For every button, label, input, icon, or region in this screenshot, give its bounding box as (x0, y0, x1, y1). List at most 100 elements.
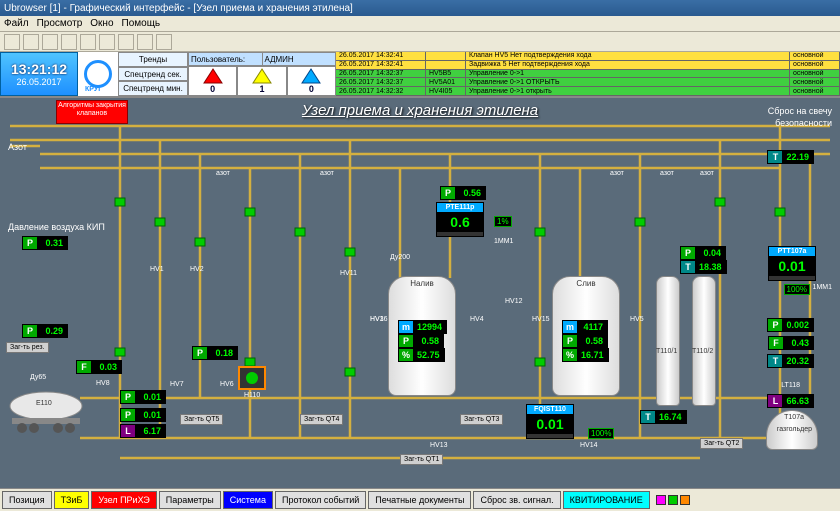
lbl-azot-s1: азот (216, 170, 230, 177)
cyl-t1102[interactable] (692, 276, 716, 406)
ind-p056a[interactable]: P0.56 (440, 186, 486, 200)
ind-t1674[interactable]: T16.74 (640, 410, 687, 424)
status-dot-1 (656, 495, 666, 505)
tb-btn-6[interactable] (99, 34, 115, 50)
ind-p004[interactable]: P0.04 (680, 246, 726, 260)
menu-view[interactable]: Просмотр (37, 18, 83, 29)
label-azot: Азот (8, 142, 27, 152)
lbl-hv7: HV7 (170, 381, 184, 388)
menu-help[interactable]: Помощь (122, 18, 161, 29)
ind-f043[interactable]: F0.43 (768, 336, 814, 350)
fbtn-position[interactable]: Позиция (2, 491, 52, 509)
btn-zag-qt2[interactable]: Заг-ть QT2 (700, 438, 743, 449)
tb-btn-1[interactable] (4, 34, 20, 50)
fbtn-uzel[interactable]: Узел ПРиХЭ (91, 491, 156, 509)
lbl-1mm1: 1MM1 (494, 238, 513, 245)
tb-btn-5[interactable] (80, 34, 96, 50)
ind-t2032[interactable]: T20.32 (767, 354, 814, 368)
event-row: 26.05.2017 14:32:41Задвижка 5 Нет подтве… (336, 61, 840, 70)
footer-bar: Позиция ТЗиБ Узел ПРиХЭ Параметры Систем… (0, 488, 840, 511)
ind-f003[interactable]: F0.03 (76, 360, 122, 374)
alarm-red[interactable]: 0 (188, 66, 237, 96)
ind-p058b[interactable]: P0.58 (562, 334, 608, 348)
ind-pc1671[interactable]: %16.71 (562, 348, 609, 362)
lbl-azot-s5: азот (700, 170, 714, 177)
lbl-t107a: T107a (784, 414, 804, 421)
trends-panel: Тренды Спецтренд сек. Спецтренд мин. (118, 52, 188, 96)
alarm-blue[interactable]: 0 (287, 66, 336, 96)
ind-p-kip[interactable]: P0.31 (22, 236, 68, 250)
btn-zag-qt4[interactable]: Заг-ть QT4 (300, 414, 343, 425)
lbl-azot-s3: азот (610, 170, 624, 177)
fbtn-print[interactable]: Печатные документы (368, 491, 471, 509)
trend-min[interactable]: Спецтренд мин. (118, 81, 188, 96)
menu-file[interactable]: Файл (4, 18, 29, 29)
clock-panel: 13:21:12 26.05.2017 (0, 52, 78, 96)
tb-btn-2[interactable] (23, 34, 39, 50)
ind-p018[interactable]: P0.18 (192, 346, 238, 360)
trend-sec[interactable]: Спецтренд сек. (118, 67, 188, 82)
scada-mimic[interactable]: Узел приема и хранения этилена Алгоритмы… (0, 98, 840, 488)
trends-title[interactable]: Тренды (118, 52, 188, 67)
btn-zag-qt1[interactable]: Заг-ть QT1 (400, 454, 443, 465)
mimic-title: Узел приема и хранения этилена (302, 102, 538, 119)
tank-hdr-sliv: Слив (576, 279, 595, 288)
pct-100b: 100% (784, 284, 810, 295)
ind-p001b[interactable]: P0.01 (120, 408, 166, 422)
lbl-hv15: HV15 (532, 316, 550, 323)
tb-btn-3[interactable] (42, 34, 58, 50)
ind-t1838[interactable]: T18.38 (680, 260, 727, 274)
ind-pc5275[interactable]: %52.75 (398, 348, 445, 362)
lbl-1mm1b: 1MM1 (813, 284, 832, 291)
label-sbros: Сброс на свечу (768, 106, 832, 116)
ind-m12994[interactable]: m12994 (398, 320, 447, 334)
cyl-t1101[interactable] (656, 276, 680, 406)
label-davl: Давление воздуха КИП (8, 222, 105, 232)
ind-m4117[interactable]: m4117 (562, 320, 608, 334)
tb-btn-7[interactable] (118, 34, 134, 50)
status-dots (656, 495, 690, 505)
fbtn-params[interactable]: Параметры (159, 491, 221, 509)
logo-text: КРУГ (85, 86, 102, 93)
ind-p001a[interactable]: P0.01 (120, 390, 166, 404)
ind-t2219[interactable]: T22.19 (767, 150, 814, 164)
window-titlebar: Ubrowser [1] - Графический интерфейс - [… (0, 0, 840, 16)
lbl-hv8: HV8 (96, 380, 110, 387)
ind-pte111p[interactable]: PTE111p 0.6 (436, 202, 484, 237)
tb-btn-8[interactable] (137, 34, 153, 50)
tb-btn-4[interactable] (61, 34, 77, 50)
lbl-du200: Ду200 (390, 254, 410, 261)
lbl-hv11: HV11 (340, 270, 357, 277)
pump-h110[interactable] (238, 366, 266, 390)
menu-window[interactable]: Окно (90, 18, 113, 29)
lbl-t1101: T110/1 (656, 348, 677, 355)
btn-zag-qt3[interactable]: Заг-ть QT3 (460, 414, 503, 425)
ind-p029[interactable]: P0.29 (22, 324, 68, 338)
ind-p002[interactable]: P0.002 (767, 318, 814, 332)
header-strip: 13:21:12 26.05.2017 КРУГ Тренды Спецтрен… (0, 52, 840, 98)
pct-100a: 100% (588, 428, 614, 439)
fbtn-system[interactable]: Система (223, 491, 273, 509)
ind-l6663[interactable]: L66.63 (767, 394, 814, 408)
lbl-hv16: HV16 (370, 316, 388, 323)
lbl-lt118: LT118 (781, 382, 800, 389)
lbl-hv5: HV5 (630, 316, 644, 323)
fbtn-tzib[interactable]: ТЗиБ (54, 491, 90, 509)
btn-zag-qt5[interactable]: Заг-ть QT5 (180, 414, 223, 425)
btn-zag-rez[interactable]: Заг-ть рез. (6, 342, 49, 353)
pump-run-icon (246, 372, 258, 384)
alarm-yellow[interactable]: 1 (237, 66, 286, 96)
fbtn-protocol[interactable]: Протокол событий (275, 491, 366, 509)
ind-fqist110[interactable]: FQIST110 0.01 (526, 404, 574, 439)
fbtn-reset-sound[interactable]: Сброс зв. сигнал. (473, 491, 560, 509)
lbl-hv13: HV13 (430, 442, 448, 449)
red-alarm-box[interactable]: Алгоритмы закрытия клапанов (56, 100, 128, 124)
ind-l617[interactable]: L6.17 (120, 424, 166, 438)
railcar-icon (4, 388, 88, 434)
fbtn-ack[interactable]: КВИТИРОВАНИЕ (563, 491, 650, 509)
tb-btn-9[interactable] (156, 34, 172, 50)
event-log[interactable]: 26.05.2017 14:32:41Клапан HV5 Нет подтве… (336, 52, 840, 96)
ind-p058a[interactable]: P0.58 (398, 334, 444, 348)
ind-ptt107a[interactable]: PTT107a 0.01 (768, 246, 816, 281)
label-bezop: безопасности (775, 118, 832, 128)
